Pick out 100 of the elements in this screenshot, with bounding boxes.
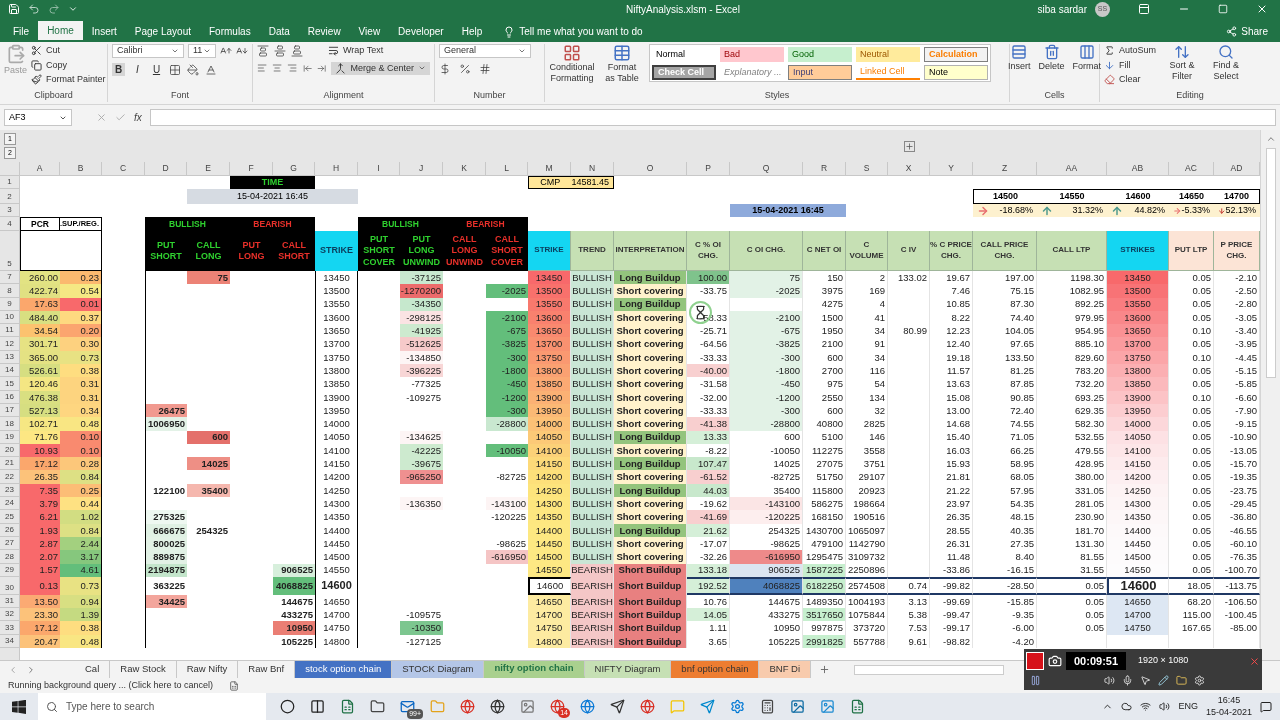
column-header[interactable]: Q (730, 162, 803, 175)
name-box[interactable]: AF3 (4, 109, 72, 126)
tell-me-field[interactable]: Tell me what you want to do (519, 24, 643, 39)
notifications-icon[interactable] (1260, 700, 1272, 713)
row-number[interactable]: 7 (0, 271, 20, 285)
windows-logo-icon[interactable] (12, 699, 26, 714)
column-header[interactable]: P (687, 162, 730, 175)
next-sheet-icon[interactable] (26, 664, 36, 675)
cell-style-option[interactable]: Neutral (856, 47, 920, 62)
row-number[interactable]: 28 (0, 550, 20, 564)
taskbar-app-icon[interactable] (760, 699, 775, 714)
sheet-tab[interactable]: BNF Di (759, 661, 812, 678)
cells-button[interactable]: Format (1072, 44, 1102, 74)
column-header[interactable]: I (358, 162, 400, 175)
merge-center-button[interactable]: Merge & Center (331, 61, 430, 75)
cell-style-option[interactable]: Input (788, 65, 852, 80)
row-number[interactable]: 2 (0, 189, 20, 204)
caret-icon[interactable] (68, 4, 78, 14)
folder-icon[interactable] (1176, 675, 1187, 686)
taskbar-app-icon[interactable] (610, 699, 625, 714)
find-select-button[interactable]: Find & Select (1208, 44, 1245, 87)
row-number[interactable]: 5 (0, 231, 20, 271)
ribbon-tab[interactable]: Formulas (200, 21, 260, 42)
column-header[interactable]: E (187, 162, 230, 175)
column-header[interactable]: M (528, 162, 571, 175)
taskbar-app-icon[interactable] (280, 699, 295, 714)
cells-button[interactable]: Delete (1038, 44, 1065, 74)
taskbar-app-icon[interactable] (490, 699, 505, 714)
row-number[interactable]: 15 (0, 377, 20, 391)
row-number[interactable]: 25 (0, 510, 20, 524)
format-toggle-button[interactable]: B (112, 63, 125, 76)
row-number[interactable]: 14 (0, 364, 20, 378)
ribbon-tab[interactable]: View (349, 21, 390, 42)
wifi-icon[interactable] (1140, 701, 1152, 712)
taskbar-app-icon[interactable] (310, 699, 325, 714)
cell-style-option[interactable]: Bad (720, 47, 784, 62)
row-number[interactable]: 18 (0, 417, 20, 431)
row-number[interactable]: 3 (0, 204, 20, 217)
new-sheet-icon[interactable] (819, 664, 831, 675)
cell-style-option[interactable]: Note (924, 65, 988, 80)
ribbon-tab[interactable]: Developer (389, 21, 453, 42)
ribbon-tab[interactable]: Review (298, 21, 350, 42)
column-header[interactable]: O (614, 162, 687, 175)
column-header[interactable]: AB (1107, 162, 1169, 175)
column-header[interactable]: X (888, 162, 930, 175)
number-format-field[interactable]: General (439, 44, 531, 58)
close-icon[interactable] (1256, 3, 1268, 15)
row-number[interactable]: 11 (0, 324, 20, 338)
vertical-scrollbar[interactable] (1260, 130, 1280, 660)
taskbar-app-icon[interactable] (370, 699, 385, 714)
column-header[interactable]: B (60, 162, 102, 175)
cut-button[interactable]: Cut (31, 44, 106, 58)
undo-icon[interactable] (28, 3, 40, 15)
cloud-icon[interactable] (1121, 701, 1133, 712)
column-header[interactable]: G (273, 162, 315, 175)
column-header[interactable]: D (145, 162, 187, 175)
volume-icon[interactable] (1159, 701, 1171, 712)
row-number[interactable]: 4 (0, 217, 20, 231)
share-button[interactable]: Share (1226, 21, 1268, 42)
column-header[interactable]: N (571, 162, 614, 175)
ribbon-display-icon[interactable] (1138, 3, 1150, 15)
format-toggle-button[interactable]: U (150, 63, 163, 76)
font-size-field[interactable]: 11 (188, 44, 216, 58)
format-toggle-button[interactable]: I (131, 63, 144, 76)
function-button[interactable]: fx (134, 110, 142, 125)
status-message[interactable]: Running background query ... (Click here to cancel) (8, 678, 214, 693)
fill-button[interactable]: Fill (1104, 58, 1157, 72)
clock-date[interactable]: 15-04-2021 (1205, 706, 1252, 718)
close-icon[interactable] (1249, 655, 1260, 667)
column-header[interactable]: H (315, 162, 358, 175)
column-header[interactable]: F (230, 162, 273, 175)
column-header[interactable]: AC (1169, 162, 1214, 175)
cells-button[interactable]: Insert (1008, 44, 1031, 74)
clear-button[interactable]: Clear (1104, 73, 1157, 87)
column-header[interactable]: Y (930, 162, 973, 175)
settings-icon[interactable] (1194, 675, 1205, 686)
row-number[interactable]: 1 (0, 176, 20, 189)
row-number[interactable]: 33 (0, 621, 20, 635)
column-header[interactable]: Z (973, 162, 1037, 175)
row-number[interactable]: 22 (0, 470, 20, 484)
ribbon-tab[interactable]: Help (452, 21, 492, 42)
sheet-tab[interactable]: stock option chain (295, 661, 393, 678)
pause-icon[interactable] (1030, 675, 1041, 686)
clock-time[interactable]: 16:45 (1217, 695, 1241, 707)
autosum-button[interactable]: AutoSum (1104, 44, 1157, 58)
camera-icon[interactable] (1048, 654, 1062, 668)
sheet-tab[interactable]: bnf option chain (671, 661, 760, 678)
row-number[interactable]: 8 (0, 284, 20, 298)
ribbon-tab[interactable]: Home (38, 21, 83, 42)
font-name-field[interactable]: Calibri (112, 44, 184, 58)
column-header[interactable]: C (102, 162, 145, 175)
row-number[interactable]: 21 (0, 457, 20, 471)
conditional-formatting-button[interactable]: Conditional Formatting (549, 44, 595, 85)
format-painter-button[interactable]: Format Painter (31, 73, 106, 87)
copy-button[interactable]: Copy (31, 58, 106, 72)
column-header[interactable]: R (803, 162, 846, 175)
row-number[interactable]: 12 (0, 337, 20, 351)
maximize-icon[interactable] (1218, 4, 1228, 14)
macro-icon[interactable] (229, 680, 240, 691)
column-header[interactable]: S (846, 162, 888, 175)
